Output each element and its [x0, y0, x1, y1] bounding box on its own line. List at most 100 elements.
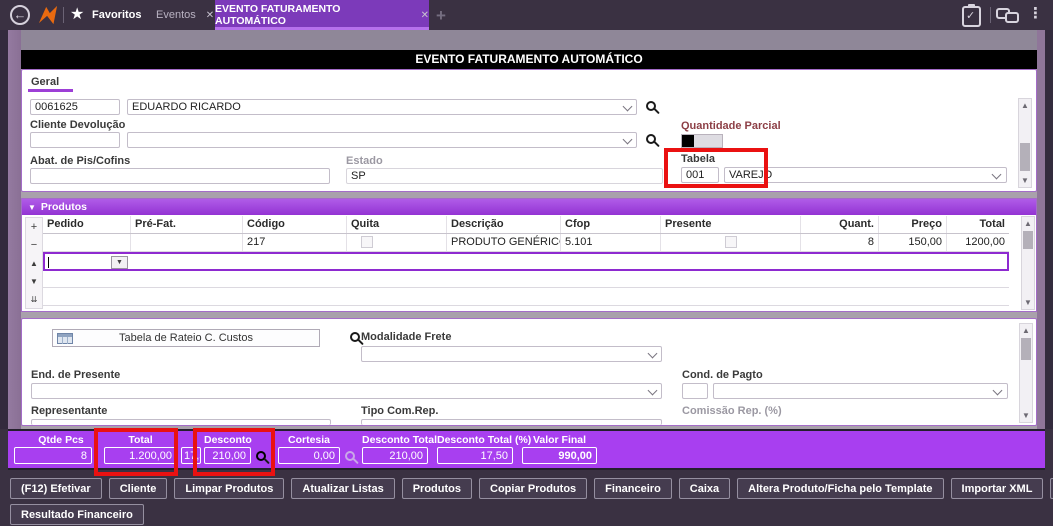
altera-produto-template-button[interactable]: Altera Produto/Ficha pelo Template [737, 478, 944, 499]
produtos-header[interactable]: ▼ Produtos [22, 199, 1036, 215]
col-cfop[interactable]: Cfop [561, 216, 661, 233]
abat-pis-cofins-field[interactable] [30, 168, 330, 184]
qtde-pcs-field[interactable]: 8 [14, 447, 92, 464]
new-tab-icon[interactable]: + [436, 6, 446, 26]
scroll-up-icon[interactable]: ▲ [1020, 324, 1032, 337]
cell-prefat[interactable] [131, 234, 243, 251]
pedido-dropdown[interactable]: ▼ [111, 256, 128, 269]
col-preco[interactable]: Preço [879, 216, 947, 233]
rateio-search-icon[interactable] [350, 332, 360, 342]
scroll-down-icon[interactable]: ▼ [1022, 296, 1034, 309]
scroll-down-icon[interactable]: ▼ [1019, 174, 1031, 187]
cell-quita[interactable] [347, 234, 447, 251]
produtos-button[interactable]: Produtos [401, 478, 472, 499]
cell-cfop[interactable]: 5.101 [561, 234, 661, 251]
total-field[interactable]: 1.200,00 [104, 447, 177, 464]
cond-pagto-code-field[interactable] [682, 383, 708, 399]
scroll-down-icon[interactable]: ▼ [1020, 409, 1032, 422]
cell-total[interactable]: 1200,00 [947, 234, 1009, 251]
scrollbar-thumb[interactable] [1023, 231, 1033, 249]
cell-descricao[interactable]: PRODUTO GENÉRICO ... [447, 234, 561, 251]
rateio-custos-button[interactable]: Tabela de Rateio C. Custos [52, 329, 320, 347]
menu-kebab-icon[interactable]: ⋮ [1028, 4, 1043, 22]
cell-quant[interactable]: 8 [801, 234, 879, 251]
caixa-button[interactable]: Caixa [678, 478, 731, 499]
topbar-divider [63, 7, 64, 23]
col-quant[interactable]: Quant. [801, 216, 879, 233]
modalidade-frete-label: Modalidade Frete [361, 331, 452, 343]
favorites-star-icon[interactable]: ★ [70, 4, 84, 24]
col-descricao[interactable]: Descrição [447, 216, 561, 233]
scrollbar-thumb[interactable] [1021, 338, 1031, 360]
scroll-up-icon[interactable]: ▲ [1022, 217, 1034, 230]
cell-codigo[interactable]: 217 [243, 234, 347, 251]
table-row[interactable] [43, 270, 1009, 288]
cliente-devolucao-code-field[interactable] [30, 132, 120, 148]
geral-scrollbar[interactable]: ▲ ▼ [1018, 98, 1032, 188]
col-total[interactable]: Total [947, 216, 1009, 233]
atualizar-listas-button[interactable]: Atualizar Listas [291, 478, 395, 499]
resultado-financeiro-button[interactable]: Resultado Financeiro [10, 504, 144, 525]
col-prefat[interactable]: Pré-Fat. [131, 216, 243, 233]
clipboard-icon[interactable] [962, 4, 981, 27]
desconto-total-pct-field[interactable]: 17,50 [437, 447, 513, 464]
move-down-button[interactable]: ▼ [30, 276, 38, 287]
col-quita[interactable]: Quita [347, 216, 447, 233]
importar-xml-button[interactable]: Importar XML [950, 478, 1044, 499]
presente-checkbox[interactable] [724, 236, 737, 248]
tab-evento-faturamento-close-icon[interactable]: ✕ [421, 10, 429, 21]
cliente-nome-field[interactable]: EDUARDO RICARDO [127, 99, 637, 115]
add-row-button[interactable]: + [31, 221, 37, 233]
table-row[interactable] [43, 288, 1009, 306]
cortesia-field[interactable]: 0,00 [278, 447, 340, 464]
move-up-button[interactable]: ▲ [30, 258, 38, 269]
tab-eventos[interactable]: Eventos ✕ [148, 0, 222, 30]
scroll-up-icon[interactable]: ▲ [1019, 99, 1031, 112]
back-icon[interactable]: ← [10, 5, 30, 25]
remove-row-button[interactable]: − [31, 239, 37, 251]
col-pedido[interactable]: Pedido [43, 216, 131, 233]
table-row[interactable]: 217 PRODUTO GENÉRICO ... 5.101 8 150,00 … [43, 234, 1009, 252]
col-codigo[interactable]: Código [243, 216, 347, 233]
tipo-com-rep-field[interactable] [361, 419, 662, 425]
scrollbar-thumb[interactable] [1020, 143, 1030, 171]
cliente-devolucao-nome-field[interactable] [127, 132, 637, 148]
efetivar-button[interactable]: (F12) Efetivar [10, 478, 102, 499]
cell-pedido[interactable] [43, 234, 131, 251]
modalidade-frete-dropdown[interactable] [361, 346, 662, 362]
desconto-pct-field[interactable]: 17,5 [181, 447, 201, 464]
favorites-label[interactable]: Favoritos [92, 9, 142, 21]
tab-eventos-close-icon[interactable]: ✕ [206, 10, 214, 21]
desconto-total-field[interactable]: 210,00 [362, 447, 428, 464]
representante-field[interactable] [31, 419, 331, 425]
chat-icon[interactable] [996, 8, 1022, 24]
produtos-scrollbar[interactable]: ▲ ▼ [1021, 216, 1035, 310]
valor-final-field[interactable]: 990,00 [522, 447, 597, 464]
selected-row[interactable]: ▼ [43, 252, 1009, 271]
financeiro-button[interactable]: Financeiro [594, 478, 672, 499]
quita-checkbox[interactable] [361, 236, 373, 248]
limpar-produtos-button[interactable]: Limpar Produtos [174, 478, 285, 499]
col-presente[interactable]: Presente [661, 216, 801, 233]
tabela-code-field[interactable]: 001 [681, 167, 719, 183]
tab-geral[interactable]: Geral [31, 76, 59, 88]
desconto-field[interactable]: 210,00 [204, 447, 251, 464]
cliente-code-field[interactable]: 0061625 [30, 99, 120, 115]
estado-field[interactable]: SP [346, 168, 663, 184]
move-last-button[interactable]: ⇊ [31, 294, 38, 305]
cortesia-search-icon[interactable] [345, 451, 355, 461]
desconto-search-icon[interactable] [256, 451, 266, 461]
cell-presente[interactable] [661, 234, 801, 251]
copiar-produtos-button[interactable]: Copiar Produtos [479, 478, 588, 499]
cliente-devolucao-search-icon[interactable] [646, 134, 656, 144]
lower-scrollbar[interactable]: ▲ ▼ [1019, 323, 1033, 423]
cell-preco[interactable]: 150,00 [879, 234, 947, 251]
end-presente-dropdown[interactable] [31, 383, 662, 399]
quantidade-parcial-toggle[interactable] [681, 134, 723, 148]
tabela-nome-dropdown[interactable]: VAREJO [724, 167, 1007, 183]
tab-evento-faturamento[interactable]: EVENTO FATURAMENTO AUTOMÁTICO ✕ [215, 0, 429, 30]
cliente-search-icon[interactable] [646, 101, 656, 111]
cond-pagto-dropdown[interactable] [713, 383, 1008, 399]
cliente-button[interactable]: Cliente [108, 478, 168, 499]
lower-panel: Tabela de Rateio C. Custos Modalidade Fr… [21, 318, 1037, 426]
